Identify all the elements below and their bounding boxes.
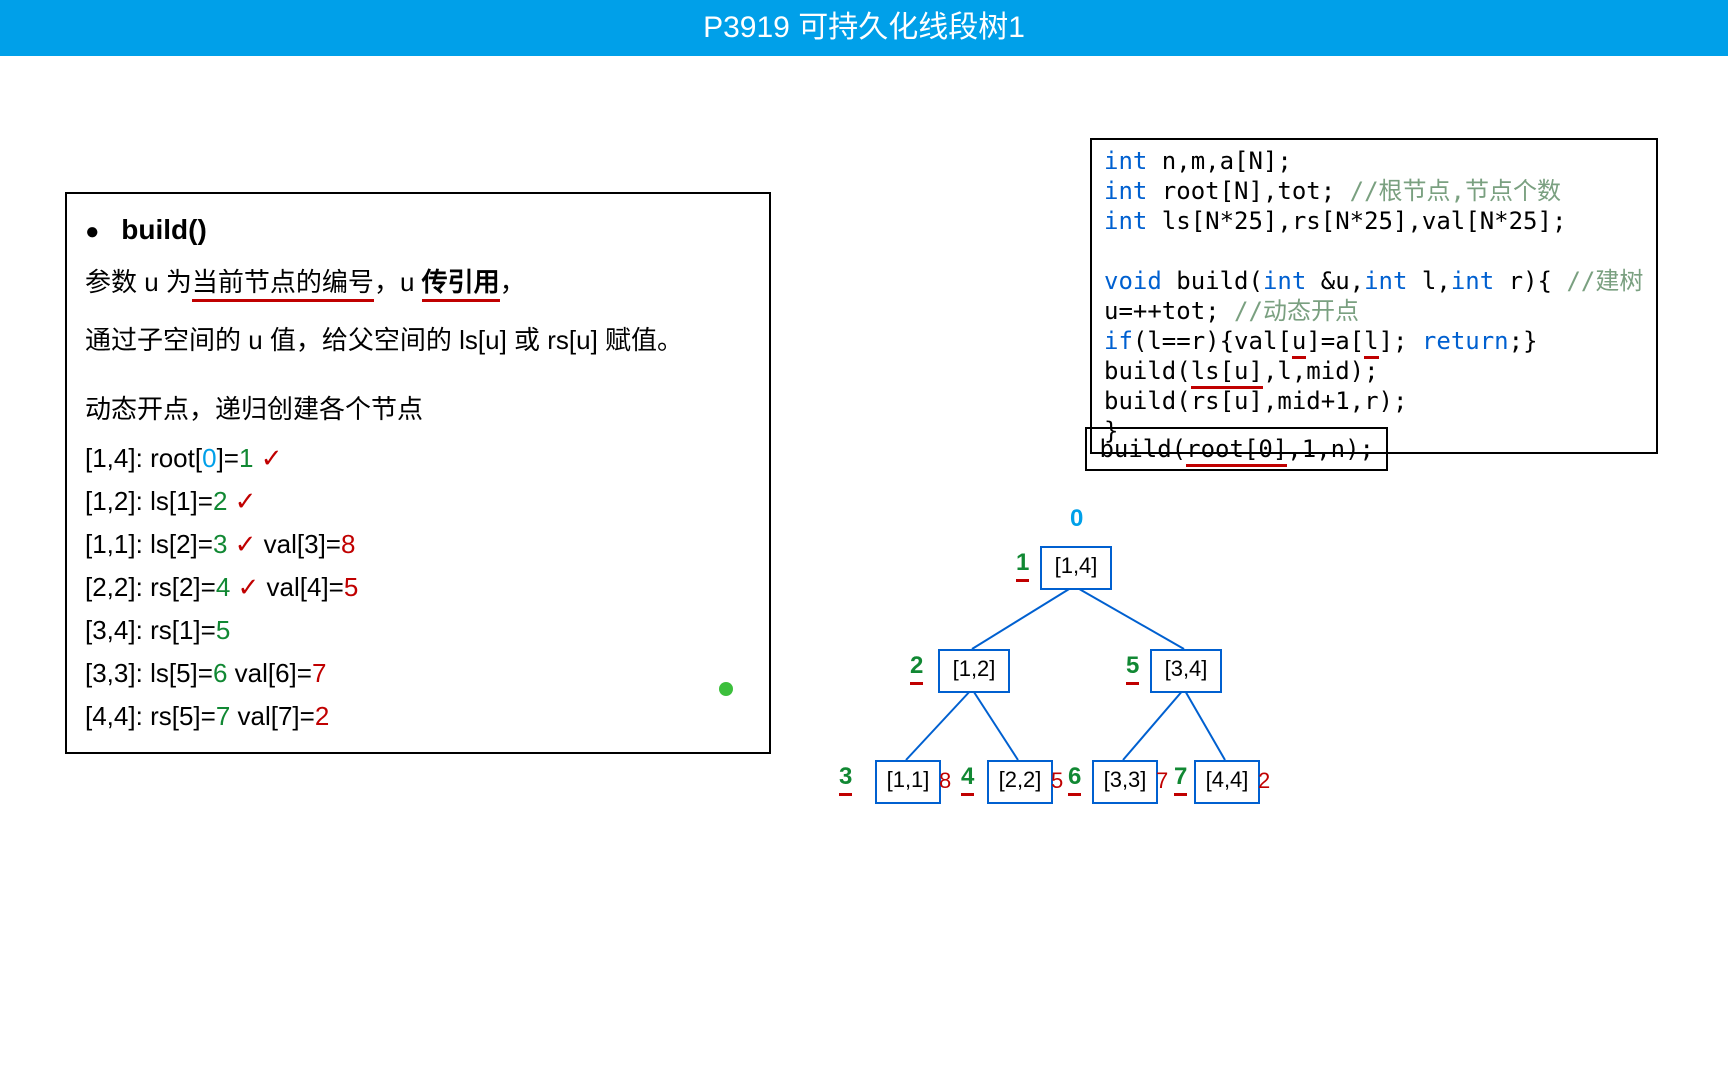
tree-node: [1,2]: [938, 649, 1010, 693]
node-index-label: 7: [1174, 763, 1187, 796]
node-index-label: 4: [961, 763, 974, 796]
tree-node: [1,4]: [1040, 546, 1112, 590]
paragraph-3: 动态开点，递归创建各个节点: [85, 389, 751, 431]
node-index-label: 3: [839, 763, 852, 796]
leaf-value: 2: [1258, 768, 1270, 794]
explanation-panel: build() 参数 u 为当前节点的编号，u 传引用， 通过子空间的 u 值，…: [65, 192, 771, 754]
tree-node: [1,1]: [875, 760, 941, 804]
segment-tree-diagram: 0 [1,4]1[1,2]2[3,4]5[1,1]83[2,2]54[3,3]7…: [830, 511, 1350, 821]
build-step: [3,4]: rs[1]=5: [85, 615, 751, 646]
build-step: [1,2]: ls[1]=2 ✓: [85, 486, 751, 517]
leaf-value: 7: [1156, 768, 1168, 794]
build-step: [3,3]: ls[5]=6 val[6]=7: [85, 658, 751, 689]
paragraph-2: 通过子空间的 u 值，给父空间的 ls[u] 或 rs[u] 赋值。: [85, 320, 751, 362]
tree-node: [3,4]: [1150, 649, 1222, 693]
leaf-value: 5: [1051, 768, 1063, 794]
node-index-label: 1: [1016, 549, 1029, 582]
tree-node: [4,4]: [1194, 760, 1260, 804]
tree-node: [3,3]: [1092, 760, 1158, 804]
page-title: P3919 可持久化线段树1: [703, 11, 1025, 44]
underlined-phrase: 传引用: [422, 267, 500, 302]
node-index-label: 6: [1068, 763, 1081, 796]
page-title-bar: P3919 可持久化线段树1: [0, 0, 1728, 56]
underlined-phrase: 当前节点的编号: [192, 267, 374, 302]
laser-pointer-dot: [719, 682, 733, 696]
node-index-label: 5: [1126, 652, 1139, 685]
build-step: [1,4]: root[0]=1 ✓: [85, 443, 751, 474]
tree-node: [2,2]: [987, 760, 1053, 804]
paragraph-1: 参数 u 为当前节点的编号，u 传引用，: [85, 262, 751, 304]
build-step: [2,2]: rs[2]=4 ✓ val[4]=5: [85, 572, 751, 603]
root-version-label: 0: [1070, 505, 1083, 533]
section-heading: build(): [85, 214, 751, 246]
build-step: [1,1]: ls[2]=3 ✓ val[3]=8: [85, 529, 751, 560]
code-block: int n,m,a[N]; int root[N],tot; //根节点,节点个…: [1090, 138, 1658, 454]
main-content: build() 参数 u 为当前节点的编号，u 传引用， 通过子空间的 u 值，…: [0, 56, 1728, 1080]
node-index-label: 2: [910, 652, 923, 685]
call-expression: build(root[0],1,n);: [1085, 427, 1388, 471]
build-step: [4,4]: rs[5]=7 val[7]=2: [85, 701, 751, 732]
heading-text: build(): [121, 214, 207, 245]
build-steps-list: [1,4]: root[0]=1 ✓ [1,2]: ls[1]=2 ✓ [1,1]:…: [85, 443, 751, 732]
leaf-value: 8: [939, 768, 951, 794]
